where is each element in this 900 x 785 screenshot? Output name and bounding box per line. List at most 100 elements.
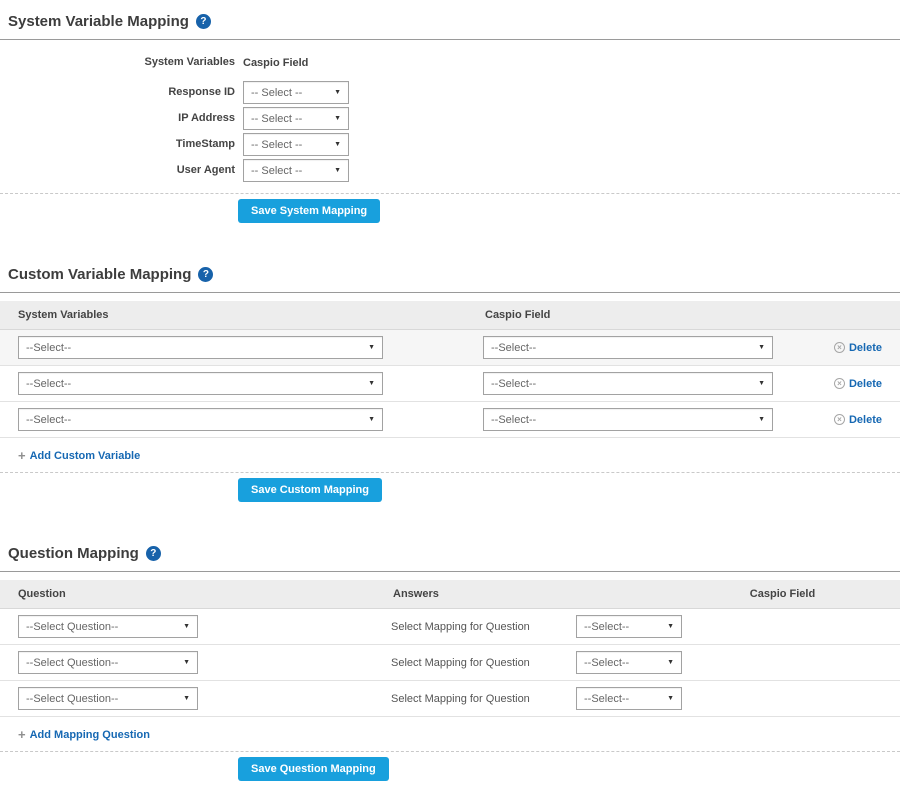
delete-row-link[interactable]: × Delete bbox=[834, 378, 882, 390]
plus-icon: + bbox=[18, 727, 26, 742]
custom-system-variable-select[interactable]: --Select-- ▼ bbox=[18, 372, 383, 395]
help-icon[interactable]: ? bbox=[146, 546, 161, 561]
dashed-divider bbox=[0, 472, 900, 473]
table-row: --Select-- ▼ --Select-- ▼ × Delete bbox=[0, 402, 900, 438]
dashed-divider bbox=[0, 193, 900, 194]
select-value: --Select-- bbox=[584, 657, 629, 669]
select-value: -- Select -- bbox=[251, 113, 302, 125]
select-value: --Select-- bbox=[491, 378, 536, 390]
caret-down-icon: ▼ bbox=[368, 344, 375, 351]
add-custom-variable-label: Add Custom Variable bbox=[30, 450, 141, 462]
delete-label: Delete bbox=[849, 378, 882, 390]
custom-system-variable-select[interactable]: --Select-- ▼ bbox=[18, 336, 383, 359]
answer-mapping-select[interactable]: --Select-- ▼ bbox=[576, 615, 682, 638]
custom-variable-mapping-section: Custom Variable Mapping ? System Variabl… bbox=[0, 253, 900, 506]
answer-mapping-select[interactable]: --Select-- ▼ bbox=[576, 651, 682, 674]
caret-down-icon: ▼ bbox=[758, 416, 765, 423]
page-title: Question Mapping bbox=[8, 545, 139, 562]
select-value: --Select-- bbox=[26, 378, 71, 390]
select-value: --Select Question-- bbox=[26, 693, 118, 705]
question-mapping-table: Question Answers Caspio Field --Select Q… bbox=[0, 580, 900, 717]
select-value: --Select-- bbox=[26, 414, 71, 426]
system-mapping-form: System Variables Caspio Field Response I… bbox=[0, 40, 900, 193]
add-mapping-question-link[interactable]: + Add Mapping Question bbox=[18, 727, 150, 742]
page-title: System Variable Mapping bbox=[8, 13, 189, 30]
select-value: --Select-- bbox=[584, 621, 629, 633]
delete-label: Delete bbox=[849, 342, 882, 354]
select-value: --Select-- bbox=[491, 342, 536, 354]
answers-column-header: Answers bbox=[393, 588, 683, 600]
section-divider bbox=[0, 292, 900, 293]
user-agent-select[interactable]: -- Select -- ▼ bbox=[243, 159, 349, 182]
caret-down-icon: ▼ bbox=[667, 659, 674, 666]
table-row: --Select Question-- ▼ Select Mapping for… bbox=[0, 681, 900, 717]
row-label: User Agent bbox=[0, 159, 235, 182]
save-custom-mapping-button[interactable]: Save Custom Mapping bbox=[238, 478, 382, 502]
delete-circle-x-icon: × bbox=[834, 342, 845, 353]
caret-down-icon: ▼ bbox=[368, 380, 375, 387]
answer-mapping-label: Select Mapping for Question bbox=[391, 693, 576, 705]
caret-down-icon: ▼ bbox=[334, 141, 341, 148]
custom-table-header: System Variables Caspio Field bbox=[0, 301, 900, 330]
ip-address-select[interactable]: -- Select -- ▼ bbox=[243, 107, 349, 130]
question-mapping-section: Question Mapping ? Question Answers Casp… bbox=[0, 532, 900, 785]
question-select[interactable]: --Select Question-- ▼ bbox=[18, 615, 198, 638]
select-value: --Select-- bbox=[26, 342, 71, 354]
caspio-field-header: Caspio Field bbox=[243, 57, 308, 69]
custom-caspio-field-select[interactable]: --Select-- ▼ bbox=[483, 408, 773, 431]
add-custom-variable-link[interactable]: + Add Custom Variable bbox=[18, 448, 140, 463]
caret-down-icon: ▼ bbox=[334, 89, 341, 96]
question-column-header: Question bbox=[18, 588, 393, 600]
add-mapping-question-label: Add Mapping Question bbox=[30, 729, 150, 741]
select-value: --Select Question-- bbox=[26, 657, 118, 669]
system-variables-header: System Variables bbox=[0, 51, 235, 74]
section-divider bbox=[0, 571, 900, 572]
save-system-mapping-button[interactable]: Save System Mapping bbox=[238, 199, 380, 223]
timestamp-select[interactable]: -- Select -- ▼ bbox=[243, 133, 349, 156]
question-select[interactable]: --Select Question-- ▼ bbox=[18, 651, 198, 674]
question-select[interactable]: --Select Question-- ▼ bbox=[18, 687, 198, 710]
custom-section-title-row: Custom Variable Mapping ? bbox=[0, 253, 900, 292]
question-section-title-row: Question Mapping ? bbox=[0, 532, 900, 571]
delete-row-link[interactable]: × Delete bbox=[834, 342, 882, 354]
system-section-title-row: System Variable Mapping ? bbox=[0, 0, 900, 39]
help-icon[interactable]: ? bbox=[196, 14, 211, 29]
table-row: --Select Question-- ▼ Select Mapping for… bbox=[0, 645, 900, 681]
table-row: --Select Question-- ▼ Select Mapping for… bbox=[0, 609, 900, 645]
caret-down-icon: ▼ bbox=[758, 344, 765, 351]
select-value: -- Select -- bbox=[251, 87, 302, 99]
response-id-select[interactable]: -- Select -- ▼ bbox=[243, 81, 349, 104]
delete-row-link[interactable]: × Delete bbox=[834, 414, 882, 426]
delete-circle-x-icon: × bbox=[834, 414, 845, 425]
table-row: --Select-- ▼ --Select-- ▼ × Delete bbox=[0, 366, 900, 402]
help-icon-glyph: ? bbox=[150, 548, 156, 559]
custom-system-variable-select[interactable]: --Select-- ▼ bbox=[18, 408, 383, 431]
delete-label: Delete bbox=[849, 414, 882, 426]
help-icon-glyph: ? bbox=[200, 16, 206, 27]
row-label: IP Address bbox=[0, 107, 235, 130]
select-value: --Select Question-- bbox=[26, 621, 118, 633]
caret-down-icon: ▼ bbox=[667, 623, 674, 630]
answer-mapping-label: Select Mapping for Question bbox=[391, 657, 576, 669]
save-question-mapping-button[interactable]: Save Question Mapping bbox=[238, 757, 389, 781]
help-icon[interactable]: ? bbox=[198, 267, 213, 282]
system-form-header: System Variables Caspio Field bbox=[0, 51, 900, 74]
select-value: --Select-- bbox=[584, 693, 629, 705]
caret-down-icon: ▼ bbox=[183, 659, 190, 666]
system-row-ip-address: IP Address -- Select -- ▼ bbox=[0, 107, 900, 130]
caspio-field-column-header: Caspio Field bbox=[485, 309, 550, 321]
caret-down-icon: ▼ bbox=[758, 380, 765, 387]
custom-caspio-field-select[interactable]: --Select-- ▼ bbox=[483, 336, 773, 359]
custom-mapping-table: System Variables Caspio Field --Select--… bbox=[0, 301, 900, 438]
answer-mapping-label: Select Mapping for Question bbox=[391, 621, 576, 633]
plus-icon: + bbox=[18, 448, 26, 463]
delete-circle-x-icon: × bbox=[834, 378, 845, 389]
system-row-response-id: Response ID -- Select -- ▼ bbox=[0, 81, 900, 104]
page-title: Custom Variable Mapping bbox=[8, 266, 191, 283]
select-value: -- Select -- bbox=[251, 139, 302, 151]
answer-mapping-select[interactable]: --Select-- ▼ bbox=[576, 687, 682, 710]
dashed-divider bbox=[0, 751, 900, 752]
custom-caspio-field-select[interactable]: --Select-- ▼ bbox=[483, 372, 773, 395]
system-row-timestamp: TimeStamp -- Select -- ▼ bbox=[0, 133, 900, 156]
table-row: --Select-- ▼ --Select-- ▼ × Delete bbox=[0, 330, 900, 366]
